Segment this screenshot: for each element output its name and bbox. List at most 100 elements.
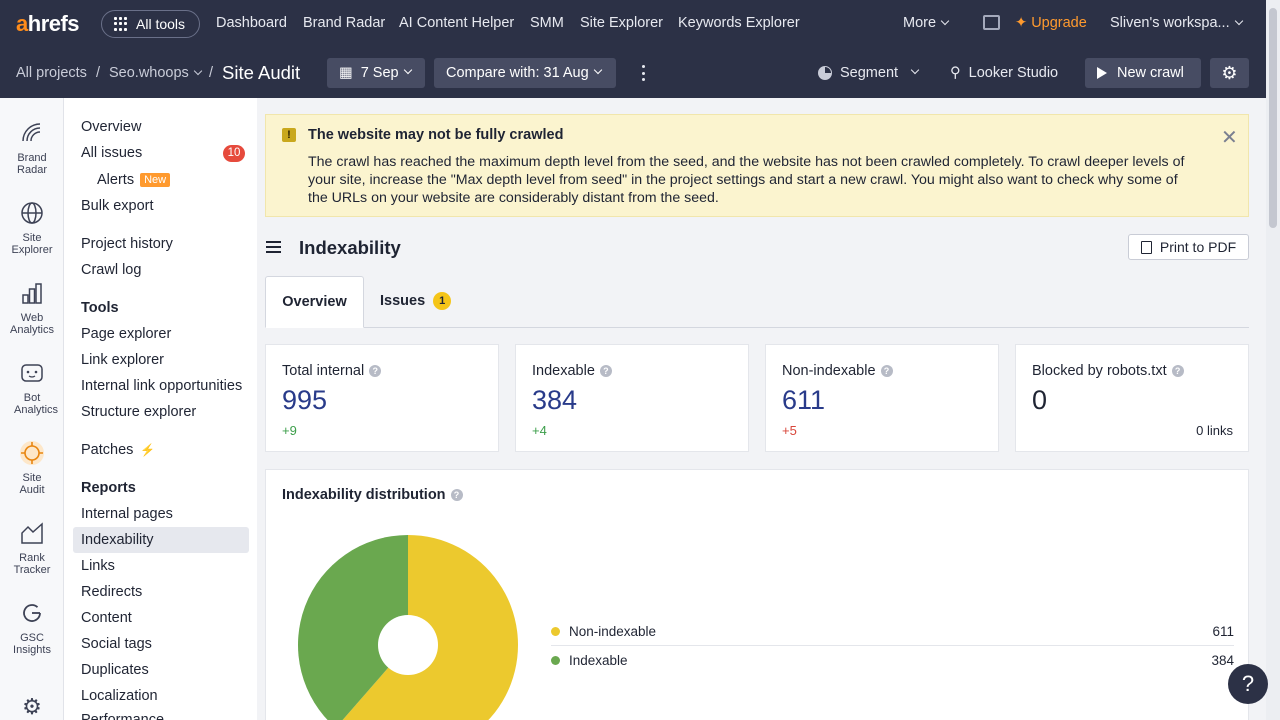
metric-delta: +4 xyxy=(532,423,547,438)
date-label: 7 Sep xyxy=(360,65,399,81)
rail-label: Brand Radar xyxy=(17,152,47,176)
sidebar-heading-reports: Reports xyxy=(81,480,136,496)
rail-gsc-insights[interactable]: GSC Insights xyxy=(0,600,64,656)
menu-icon[interactable] xyxy=(266,241,281,253)
legend-dot xyxy=(551,626,560,636)
nav-ai-content-helper[interactable]: AI Content Helper xyxy=(399,15,514,31)
sidebar-item-structure-explorer[interactable]: Structure explorer xyxy=(81,404,196,420)
metric-label: Blocked by robots.txt? xyxy=(1032,363,1184,379)
issues-count-badge: 10 xyxy=(223,145,245,162)
warning-icon: ! xyxy=(282,128,296,142)
scrollbar-thumb[interactable] xyxy=(1269,8,1277,228)
help-icon[interactable]: ? xyxy=(369,365,382,377)
rank-tracker-icon xyxy=(19,520,45,546)
workspace-label: Sliven's workspa... xyxy=(1110,15,1230,31)
sidebar-item-duplicates[interactable]: Duplicates xyxy=(81,662,149,678)
help-icon[interactable]: ? xyxy=(880,365,893,377)
chevron-down-icon xyxy=(593,65,602,75)
sidebar-item-social-tags[interactable]: Social tags xyxy=(81,636,152,652)
settings-button[interactable]: ⚙ xyxy=(1210,58,1249,88)
rail-site-audit[interactable]: Site Audit xyxy=(0,440,64,496)
chevron-down-icon xyxy=(940,16,950,26)
section-title: Indexability xyxy=(299,237,401,258)
sidebar-item-internal-link-opportunities[interactable]: Internal link opportunities xyxy=(81,378,242,394)
sidebar-item-bulk-export[interactable]: Bulk export xyxy=(81,198,154,214)
notifications-icon[interactable] xyxy=(983,15,1000,30)
sidebar-item-redirects[interactable]: Redirects xyxy=(81,584,142,600)
legend-row[interactable]: Indexable 384 xyxy=(551,646,1234,675)
sidebar-item-localization[interactable]: Localization xyxy=(81,688,158,704)
breadcrumb-separator: / xyxy=(209,65,214,81)
legend-row[interactable]: Non-indexable 611 xyxy=(551,617,1234,646)
gear-icon: ⚙ xyxy=(1221,62,1238,83)
nav-smm[interactable]: SMM xyxy=(530,15,564,31)
more-options-icon[interactable] xyxy=(642,65,646,81)
bar-chart-icon xyxy=(19,280,45,306)
more-label: More xyxy=(903,15,937,31)
all-tools-label: All tools xyxy=(136,16,186,32)
legend-label: Indexable xyxy=(569,653,628,668)
breadcrumb-project[interactable]: Seo.whoops xyxy=(109,65,203,81)
help-icon[interactable]: ? xyxy=(599,365,612,377)
looker-studio-button[interactable]: ⚲ Looker Studio xyxy=(950,65,1058,81)
sidebar-item-patches[interactable]: Patches ⚡ xyxy=(81,442,155,458)
tab-label: Issues xyxy=(380,293,426,309)
new-crawl-button[interactable]: New crawl xyxy=(1085,58,1201,88)
sidebar-item-alerts[interactable]: Alerts New xyxy=(97,172,171,188)
all-tools-button[interactable]: All tools xyxy=(101,10,200,38)
compare-label: Compare with: 31 Aug xyxy=(446,65,589,81)
nav-dashboard[interactable]: Dashboard xyxy=(216,15,287,31)
breadcrumb-all-projects[interactable]: All projects xyxy=(16,65,87,81)
grid-icon xyxy=(114,17,128,31)
sidebar-item-links[interactable]: Links xyxy=(81,558,115,574)
tab-issues[interactable]: Issues 1 xyxy=(380,292,452,310)
sidebar-item-page-explorer[interactable]: Page explorer xyxy=(81,326,171,342)
nav-site-explorer[interactable]: Site Explorer xyxy=(580,15,663,31)
crawl-warning-banner: ! The website may not be fully crawled T… xyxy=(265,114,1249,217)
workspace-menu[interactable]: Sliven's workspa... xyxy=(1110,15,1243,31)
rail-site-explorer[interactable]: Site Explorer xyxy=(0,200,64,256)
sidebar-item-project-history[interactable]: Project history xyxy=(81,236,173,252)
sidebar-item-performance[interactable]: Performance xyxy=(81,712,164,720)
date-picker-button[interactable]: ▦ 7 Sep xyxy=(327,58,425,88)
rail-brand-radar[interactable]: Brand Radar xyxy=(0,120,64,176)
help-icon[interactable]: ? xyxy=(450,489,463,501)
compare-button[interactable]: Compare with: 31 Aug xyxy=(434,58,616,88)
ahrefs-logo[interactable]: ahrefs xyxy=(16,11,80,37)
close-icon[interactable]: ✕ xyxy=(1221,125,1238,150)
sidebar-item-overview[interactable]: Overview xyxy=(81,119,141,135)
metric-links: 0 links xyxy=(1196,423,1233,438)
metric-card-blocked-by-robots: Blocked by robots.txt? 0 0 links xyxy=(1015,344,1249,452)
help-icon[interactable]: ? xyxy=(1171,365,1184,377)
rail-settings[interactable]: ⚙ xyxy=(0,694,64,720)
print-to-pdf-button[interactable]: Print to PDF xyxy=(1128,234,1249,260)
tab-overview[interactable]: Overview xyxy=(265,276,364,328)
bot-icon xyxy=(19,360,45,386)
sidebar-item-link-explorer[interactable]: Link explorer xyxy=(81,352,164,368)
segment-button[interactable]: Segment xyxy=(818,65,920,81)
nav-brand-radar[interactable]: Brand Radar xyxy=(303,15,385,31)
legend-value: 384 xyxy=(1211,653,1234,668)
nav-keywords-explorer[interactable]: Keywords Explorer xyxy=(678,15,800,31)
site-audit-icon xyxy=(19,440,45,466)
rail-bot-analytics[interactable]: Bot Analytics xyxy=(0,360,64,416)
play-icon xyxy=(1097,67,1107,79)
project-label: Seo.whoops xyxy=(109,65,189,81)
globe-icon xyxy=(19,200,45,226)
rail-label: Site Explorer xyxy=(11,232,53,256)
metric-value[interactable]: 611 xyxy=(782,385,825,416)
sidebar-item-content[interactable]: Content xyxy=(81,610,132,626)
chevron-down-icon xyxy=(910,65,920,75)
metric-value[interactable]: 995 xyxy=(282,385,327,416)
rail-web-analytics[interactable]: Web Analytics xyxy=(0,280,64,336)
rail-rank-tracker[interactable]: Rank Tracker xyxy=(0,520,64,576)
sidebar-item-crawl-log[interactable]: Crawl log xyxy=(81,262,141,278)
help-button[interactable]: ? xyxy=(1228,664,1268,704)
sidebar-item-indexability[interactable]: Indexability xyxy=(81,532,154,548)
upgrade-link[interactable]: ✦ Upgrade xyxy=(1015,15,1087,31)
more-menu[interactable]: More xyxy=(903,15,950,31)
issues-count-badge: 1 xyxy=(433,292,452,310)
sidebar-item-all-issues[interactable]: All issues xyxy=(81,145,142,161)
sidebar-item-internal-pages[interactable]: Internal pages xyxy=(81,506,173,522)
metric-value[interactable]: 384 xyxy=(532,385,577,416)
